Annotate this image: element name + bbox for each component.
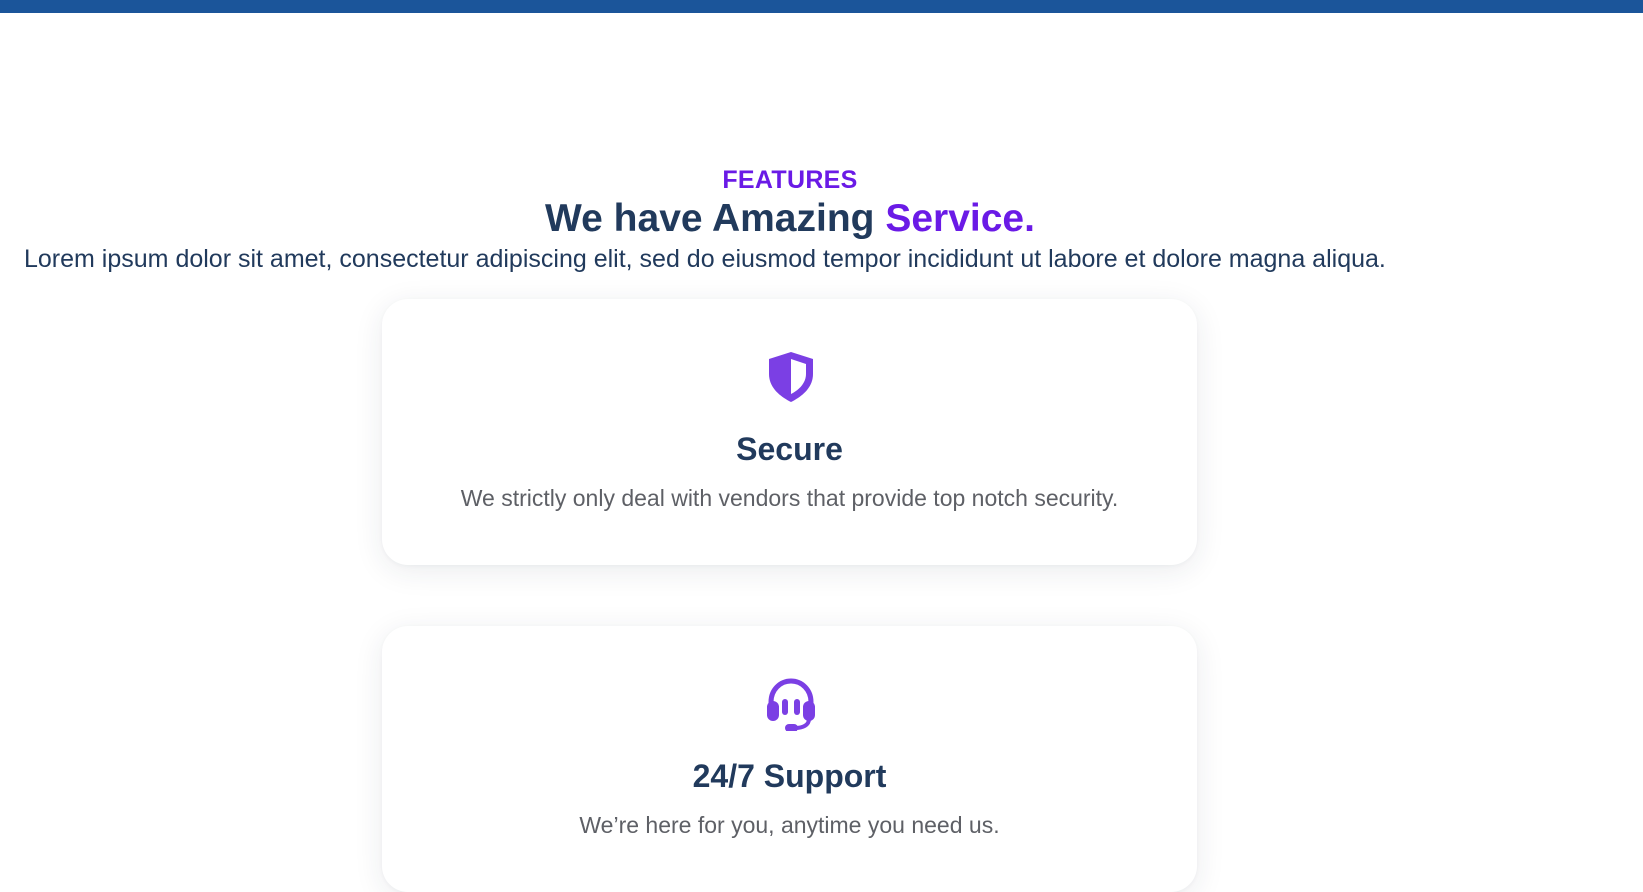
top-bar	[0, 0, 1643, 13]
headline-accent: Service.	[885, 197, 1035, 240]
shield-icon	[763, 348, 819, 404]
section-headline: We have Amazing Service.	[0, 195, 1580, 243]
section-intro: Lorem ipsum dolor sit amet, consectetur …	[24, 245, 1386, 273]
feature-title: Secure	[736, 431, 843, 467]
feature-description: We strictly only deal with vendors that …	[460, 485, 1119, 511]
section-eyebrow: FEATURES	[722, 166, 858, 194]
feature-card-support: 24/7 Support We’re here for you, anytime…	[382, 626, 1197, 892]
feature-description: We’re here for you, anytime you need us.	[579, 812, 1000, 838]
feature-title: 24/7 Support	[692, 758, 887, 794]
headline-main: We have Amazing	[545, 197, 886, 240]
headset-icon	[763, 675, 819, 732]
feature-card-secure: Secure We strictly only deal with vendor…	[382, 299, 1197, 565]
